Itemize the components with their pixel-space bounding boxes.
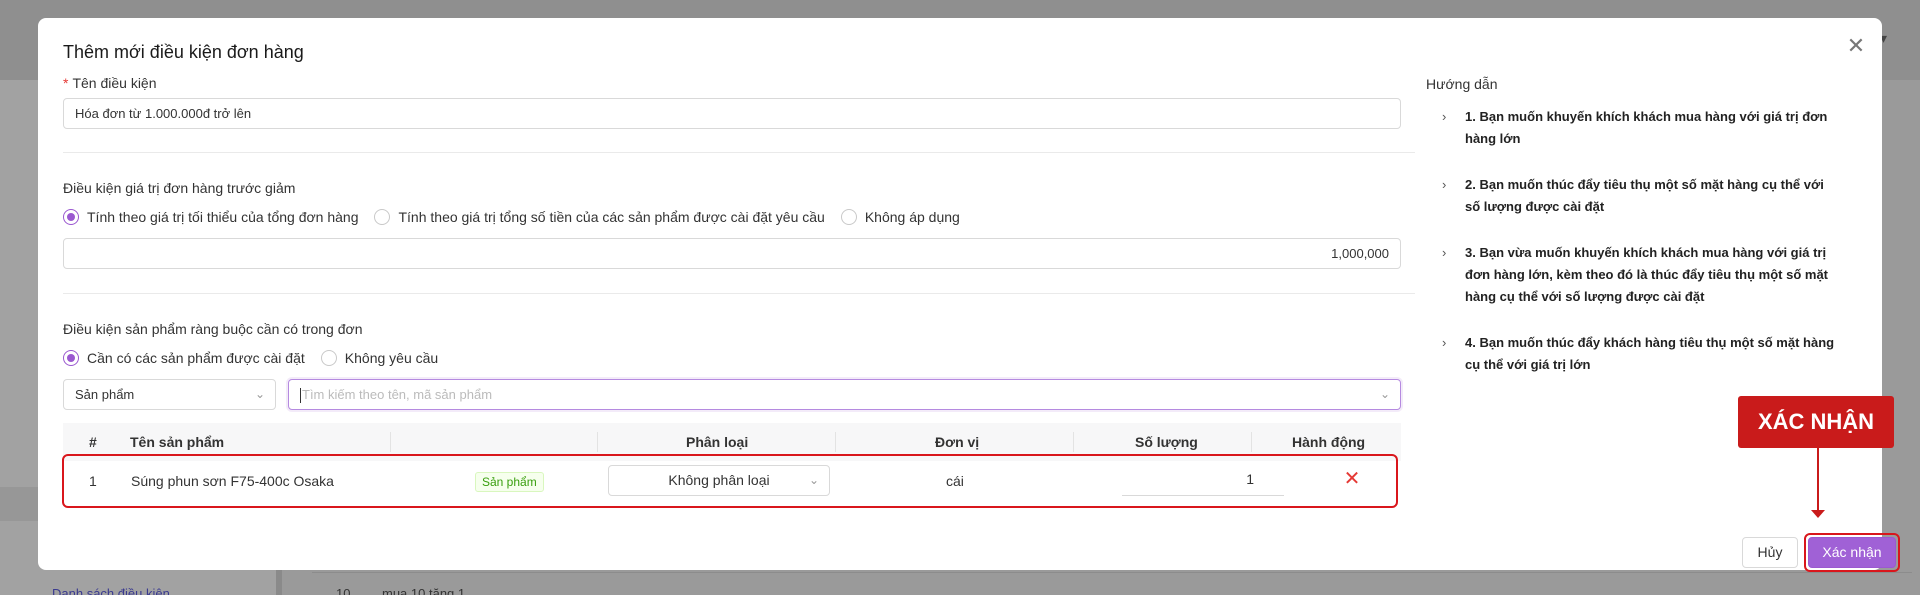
confirm-button[interactable]: Xác nhận xyxy=(1808,537,1896,568)
chevron-down-icon: ⌄ xyxy=(808,473,819,487)
quantity-input[interactable]: 1 xyxy=(1122,465,1284,496)
radio-dot xyxy=(840,209,857,225)
header-separator xyxy=(1251,432,1252,452)
product-search-input[interactable]: Tìm kiếm theo tên, mã sản phẩm ⌄ xyxy=(288,379,1401,410)
chevron-right-icon: › xyxy=(1442,245,1447,260)
category-select[interactable]: Không phân loại ⌄ xyxy=(608,465,830,496)
header-separator xyxy=(1073,432,1074,452)
background-row-number: 10 xyxy=(336,586,351,595)
table-row: 1 Súng phun sơn F75-400c Osaka Sản phẩm … xyxy=(62,454,1398,508)
radio-label: Cần có các sản phẩm được cài đặt xyxy=(87,350,305,366)
chevron-right-icon: › xyxy=(1442,335,1447,350)
delete-icon[interactable]: ✕ xyxy=(1338,465,1366,493)
background-table-row xyxy=(312,572,1912,595)
condition-name-input[interactable]: Hóa đơn từ 1.000.000đ trở lên xyxy=(63,98,1401,129)
divider xyxy=(63,293,1415,294)
add-condition-modal: Thêm mới điều kiện đơn hàng ✕ * Tên điều … xyxy=(38,18,1900,572)
divider xyxy=(63,152,1415,153)
radio-label: Tính theo giá trị tối thiểu của tổng đơn… xyxy=(87,209,359,225)
text-caret xyxy=(300,388,301,404)
product-type-value: Sản phẩm xyxy=(75,387,135,402)
annotation-arrow xyxy=(1811,510,1825,518)
guide-item-text: 1. Bạn muốn khuyến khích khách mua hàng … xyxy=(1465,109,1828,146)
guide-item-3[interactable]: › 3. Bạn vừa muốn khuyến khích khách mua… xyxy=(1438,242,1838,308)
row-unit: cái xyxy=(946,473,964,489)
category-value: Không phân loại xyxy=(668,472,770,488)
radio-dot xyxy=(320,350,337,366)
radio-dot xyxy=(63,209,79,225)
radio-label: Tính theo giá trị tổng số tiền của các s… xyxy=(398,209,825,225)
radio-dot xyxy=(374,209,391,225)
product-tag: Sản phẩm xyxy=(475,472,544,492)
guide-item-2[interactable]: › 2. Bạn muốn thúc đẩy tiêu thụ một số m… xyxy=(1438,174,1838,218)
condition-name-label: * Tên điều kiện xyxy=(63,75,157,91)
background-row-text: mua 10 tặng 1 xyxy=(382,586,466,595)
guide-item-1[interactable]: › 1. Bạn muốn khuyến khích khách mua hàn… xyxy=(1438,106,1838,150)
condition-name-label-text: Tên điều kiện xyxy=(72,75,157,91)
header-separator xyxy=(390,432,391,452)
radio-product-total[interactable]: Tính theo giá trị tổng số tiền của các s… xyxy=(374,209,825,225)
radio-required-products[interactable]: Cần có các sản phẩm được cài đặt xyxy=(63,350,305,366)
radio-no-requirement[interactable]: Không yêu cầu xyxy=(320,350,439,366)
order-value-amount-input[interactable]: 1,000,000 xyxy=(63,238,1401,269)
radio-not-applied[interactable]: Không áp dụng xyxy=(840,209,960,225)
guide-item-text: 2. Bạn muốn thúc đẩy tiêu thụ một số mặt… xyxy=(1465,177,1824,214)
chevron-down-icon: ⌄ xyxy=(254,387,265,401)
required-mark: * xyxy=(63,75,69,91)
modal-title: Thêm mới điều kiện đơn hàng xyxy=(63,42,304,62)
product-type-select[interactable]: Sản phẩm ⌄ xyxy=(63,379,276,410)
chevron-right-icon: › xyxy=(1442,177,1447,192)
radio-label: Không áp dụng xyxy=(864,209,960,225)
guide-item-4[interactable]: › 4. Bạn muốn thúc đẩy khách hàng tiêu t… xyxy=(1438,332,1838,376)
chevron-down-icon: ⌄ xyxy=(1379,387,1390,401)
annotation-line xyxy=(1817,448,1819,516)
guide-title: Hướng dẫn xyxy=(1426,76,1498,92)
order-value-label: Điều kiện giá trị đơn hàng trước giảm xyxy=(63,180,296,196)
radio-label: Không yêu cầu xyxy=(344,350,439,366)
radio-dot xyxy=(63,350,79,366)
radio-min-total[interactable]: Tính theo giá trị tối thiểu của tổng đơn… xyxy=(63,209,358,225)
search-placeholder: Tìm kiếm theo tên, mã sản phẩm xyxy=(302,387,493,402)
chevron-right-icon: › xyxy=(1442,109,1447,124)
product-condition-label: Điều kiện sản phẩm ràng buộc cần có tron… xyxy=(63,321,363,337)
header-separator xyxy=(835,432,836,452)
close-icon[interactable]: ✕ xyxy=(1844,34,1868,58)
order-value-radio-group: Tính theo giá trị tối thiểu của tổng đơn… xyxy=(63,209,976,225)
guide-item-text: 3. Bạn vừa muốn khuyến khích khách mua h… xyxy=(1465,245,1829,304)
row-product-name: Súng phun sơn F75-400c Osaka xyxy=(131,473,334,489)
annotation-callout: XÁC NHẬN xyxy=(1738,396,1894,448)
guide-item-text: 4. Bạn muốn thúc đẩy khách hàng tiêu thụ… xyxy=(1465,335,1835,372)
row-index: 1 xyxy=(89,473,97,489)
header-separator xyxy=(597,432,598,452)
product-condition-radio-group: Cần có các sản phẩm được cài đặt Không y… xyxy=(63,350,454,366)
cancel-button[interactable]: Hủy xyxy=(1742,537,1798,568)
background-sidebar-link: Danh sách điều kiện xyxy=(52,586,170,595)
